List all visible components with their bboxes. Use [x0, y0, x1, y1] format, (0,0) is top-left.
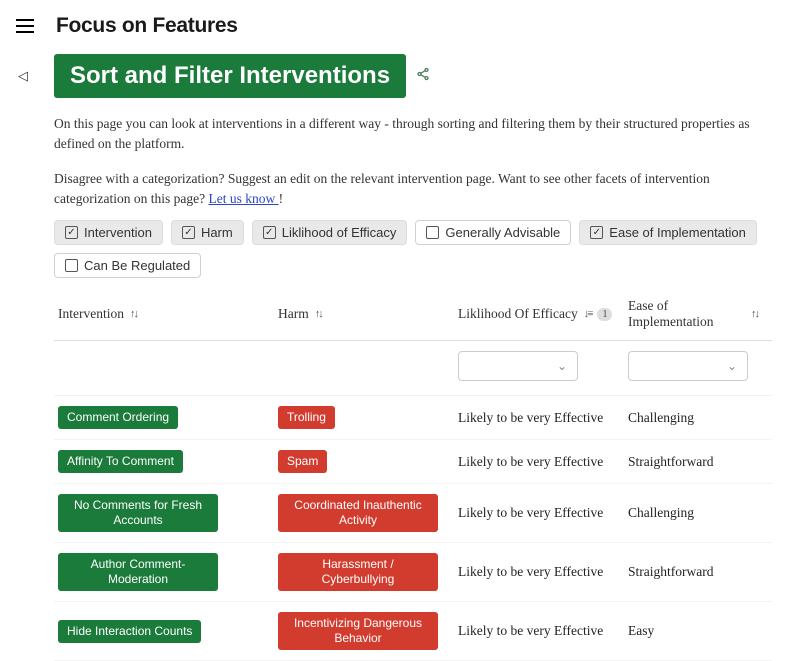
filter-chip-label: Ease of Implementation — [609, 225, 746, 240]
filter-count-badge: 1 — [597, 308, 612, 321]
back-icon[interactable]: ◁ — [18, 68, 28, 84]
ease-cell: Easy — [628, 623, 758, 639]
checkbox-unchecked-icon — [65, 259, 78, 272]
filter-chip-label: Harm — [201, 225, 233, 240]
table-row: Comment Ordering Trolling Likely to be ver… — [54, 396, 772, 440]
col-ease[interactable]: Ease of Implementation↑↓ — [628, 298, 758, 330]
page-title: Sort and Filter Interventions — [54, 54, 406, 98]
ease-cell: Straightforward — [628, 564, 758, 580]
checkbox-checked-icon — [182, 226, 195, 239]
intervention-pill[interactable]: Comment Ordering — [58, 406, 178, 429]
menu-icon[interactable] — [16, 19, 34, 33]
filter-chip[interactable]: Ease of Implementation — [579, 220, 757, 245]
col-intervention[interactable]: Intervention↑↓ — [58, 306, 278, 322]
col-efficacy[interactable]: Liklihood Of Efficacy↓≡1 — [458, 306, 628, 322]
filter-chip-label: Generally Advisable — [445, 225, 560, 240]
filter-chip[interactable]: Generally Advisable — [415, 220, 571, 245]
efficacy-cell: Likely to be very Effective — [458, 454, 628, 470]
checkbox-checked-icon — [263, 226, 276, 239]
sort-icon: ↑↓ — [130, 308, 137, 320]
ease-cell: Challenging — [628, 505, 758, 521]
table-row: Affinity To Comment Spam Likely to be very… — [54, 440, 772, 484]
brand-title: Focus on Features — [56, 14, 238, 38]
filter-chip-label: Can Be Regulated — [84, 258, 190, 273]
harm-pill[interactable]: Coordinated Inauthentic Activity — [278, 494, 438, 532]
efficacy-cell: Likely to be very Effective — [458, 410, 628, 426]
ease-cell: Challenging — [628, 410, 758, 426]
efficacy-cell: Likely to be very Effective — [458, 564, 628, 580]
intervention-pill[interactable]: No Comments for Fresh Accounts — [58, 494, 218, 532]
filter-chip[interactable]: Can Be Regulated — [54, 253, 201, 278]
checkbox-checked-icon — [65, 226, 78, 239]
filter-chip[interactable]: Intervention — [54, 220, 163, 245]
harm-pill[interactable]: Trolling — [278, 406, 335, 429]
table-row: No Comments for Fresh Accounts Coordinate… — [54, 484, 772, 543]
table-row: Hide Interaction Counts Incentivizing Dan… — [54, 602, 772, 661]
intro-paragraph-1: On this page you can look at interventio… — [54, 114, 772, 153]
sort-icon: ↑↓ — [751, 308, 758, 320]
intervention-pill[interactable]: Hide Interaction Counts — [58, 620, 201, 643]
harm-pill[interactable]: Harassment / Cyberbullying — [278, 553, 438, 591]
efficacy-cell: Likely to be very Effective — [458, 623, 628, 639]
share-icon[interactable] — [416, 67, 430, 86]
intervention-pill[interactable]: Affinity To Comment — [58, 450, 183, 473]
sort-icon: ↓≡ — [584, 308, 592, 320]
filter-chip-label: Intervention — [84, 225, 152, 240]
efficacy-cell: Likely to be very Effective — [458, 505, 628, 521]
ease-filter-select[interactable]: ⌄ — [628, 351, 748, 381]
checkbox-unchecked-icon — [426, 226, 439, 239]
filter-chip[interactable]: Harm — [171, 220, 244, 245]
filter-chip-group: Intervention Harm Liklihood of Efficacy Gen… — [54, 220, 772, 278]
checkbox-checked-icon — [590, 226, 603, 239]
table-filter-row: ⌄ ⌄ — [54, 341, 772, 396]
table-header-row: Intervention↑↓ Harm↑↓ Liklihood Of Effic… — [54, 288, 772, 341]
let-us-know-link[interactable]: Let us know — [208, 191, 278, 206]
harm-pill[interactable]: Incentivizing Dangerous Behavior — [278, 612, 438, 650]
ease-cell: Straightforward — [628, 454, 758, 470]
efficacy-filter-select[interactable]: ⌄ — [458, 351, 578, 381]
filter-chip-label: Liklihood of Efficacy — [282, 225, 397, 240]
table-row: Author Comment-Moderation Harassment / Cy… — [54, 543, 772, 602]
intro-paragraph-2: Disagree with a categorization? Suggest … — [54, 169, 772, 208]
col-harm[interactable]: Harm↑↓ — [278, 306, 458, 322]
harm-pill[interactable]: Spam — [278, 450, 327, 473]
sort-icon: ↑↓ — [315, 308, 322, 320]
filter-chip[interactable]: Liklihood of Efficacy — [252, 220, 408, 245]
intervention-pill[interactable]: Author Comment-Moderation — [58, 553, 218, 591]
